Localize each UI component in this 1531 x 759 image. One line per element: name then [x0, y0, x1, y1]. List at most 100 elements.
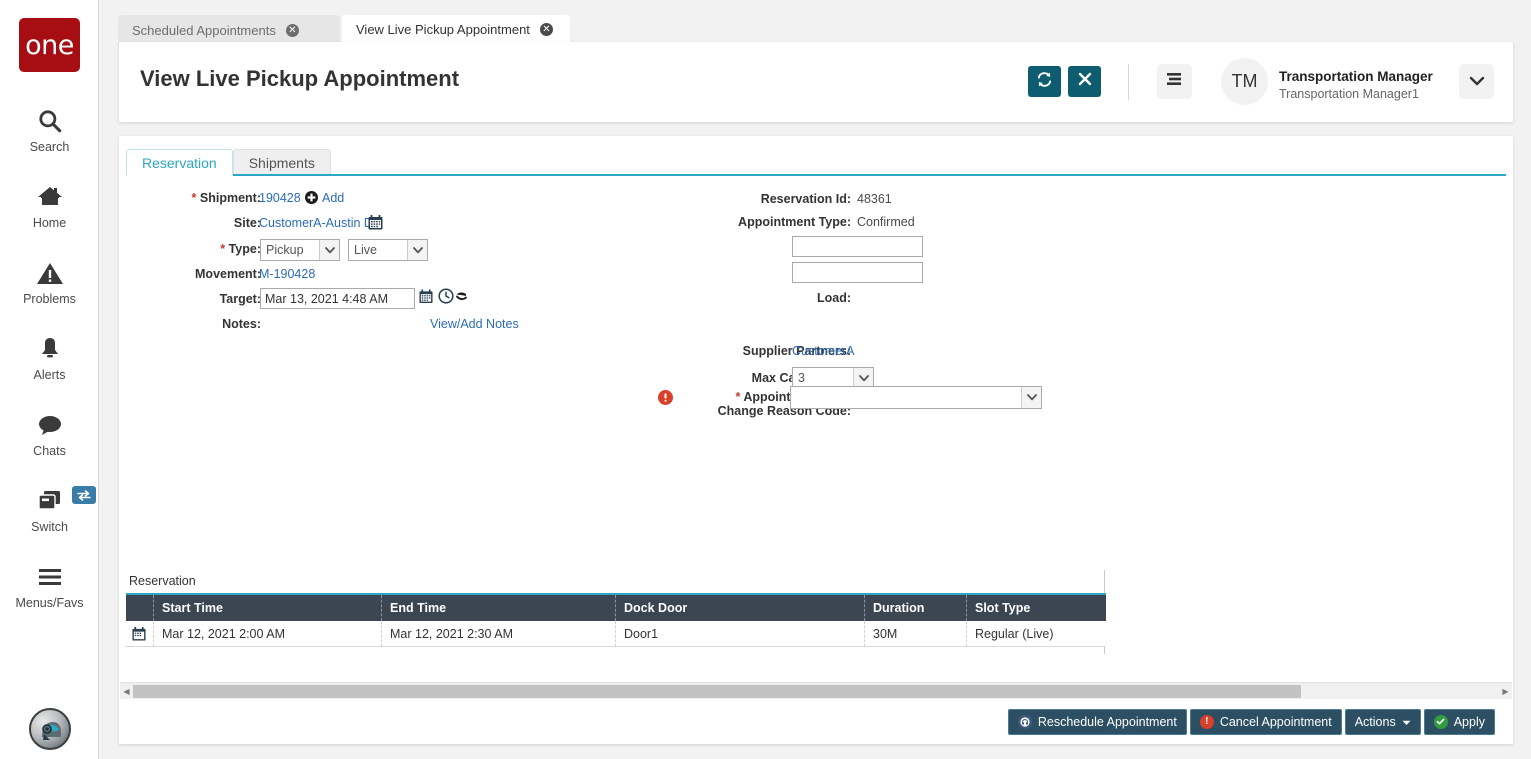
user-menu-chevron-button[interactable] [1459, 64, 1494, 99]
user-profile-avatar[interactable] [29, 708, 71, 750]
site-value-link[interactable]: CustomerA-Austin DC [259, 216, 382, 230]
sidebar-item-alerts[interactable]: Alerts [0, 332, 99, 382]
target-date-input[interactable] [260, 288, 415, 309]
close-icon[interactable]: ✕ [285, 24, 299, 37]
table-header-duration[interactable]: Duration [865, 595, 967, 621]
target-reset-pointer-icon[interactable] [455, 290, 468, 303]
movement-value-link[interactable]: M-190428 [259, 267, 315, 281]
user-name: Transportation Manager [1279, 69, 1433, 84]
bottom-action-bar: Reschedule Appointment ! Cancel Appointm… [120, 700, 1512, 743]
actions-dropdown-button[interactable]: Actions [1344, 708, 1421, 735]
page-header-panel: View Live Pickup Appointment TM Transpor… [119, 42, 1513, 122]
reschedule-appointment-label: Reschedule Appointment [1037, 714, 1177, 729]
phone-input[interactable] [792, 262, 923, 283]
view-add-notes-link[interactable]: View/Add Notes [430, 317, 519, 331]
reservation-id-label: Reservation Id: [760, 192, 851, 206]
table-header-start-time[interactable]: Start Time [154, 595, 382, 621]
reschedule-appointment-button[interactable]: Reschedule Appointment [1007, 708, 1187, 735]
scrollbar-track[interactable] [133, 684, 1499, 699]
shipment-label: * Shipment: [179, 191, 261, 205]
cell-slot-type: Regular (Live) [975, 626, 1054, 641]
bell-icon [37, 332, 63, 366]
windows-stack-icon [36, 484, 64, 518]
one-logo-text: one [25, 29, 74, 61]
table-row[interactable]: Mar 12, 2021 2:00 AM Mar 12, 2021 2:30 A… [126, 620, 1106, 647]
type-mode-select-value: Live [354, 243, 377, 257]
sidebar-item-search[interactable]: Search [0, 104, 99, 154]
row-calendar-icon[interactable] [126, 620, 154, 647]
chat-bubble-icon [36, 408, 64, 442]
table-header-slot-type[interactable]: Slot Type [967, 595, 1106, 621]
target-label: Target: [219, 292, 261, 306]
apply-button[interactable]: Apply [1423, 708, 1495, 735]
site-calendar-icon[interactable] [368, 215, 383, 230]
tab-reservation[interactable]: Reservation [126, 149, 233, 176]
movement-label: Movement: [195, 267, 261, 281]
sidebar-item-problems-label: Problems [23, 292, 76, 306]
add-shipment-plus-icon[interactable] [305, 191, 318, 204]
page-title: View Live Pickup Appointment [140, 66, 460, 91]
shipment-value-link[interactable]: 190428 [259, 191, 301, 205]
tab-shipments[interactable]: Shipments [232, 149, 331, 176]
reason-code-select[interactable] [790, 386, 1042, 409]
cell-start-time: Mar 12, 2021 2:00 AM [154, 620, 382, 647]
close-button[interactable] [1068, 66, 1101, 97]
table-header-dock-door[interactable]: Dock Door [616, 595, 865, 621]
one-logo[interactable]: one [19, 18, 80, 72]
add-shipment-link[interactable]: Add [322, 191, 344, 205]
apply-label: Apply [1453, 714, 1485, 729]
appointment-type-label: Appointment Type: [738, 215, 851, 229]
form-tab-row: Reservation Shipments [126, 148, 331, 176]
tab-underline [126, 174, 1506, 176]
chevron-down-icon [319, 240, 339, 260]
cell-duration: 30M [865, 620, 967, 647]
supplier-partners-value-link[interactable]: CustomerA [792, 344, 855, 358]
sidebar-item-chats[interactable]: Chats [0, 408, 99, 458]
max-candidates-select-value: 3 [798, 371, 805, 385]
reservation-table: Start Time End Time Dock Door Duration S… [126, 593, 1106, 647]
sidebar-item-menus-favs-label: Menus/Favs [15, 596, 84, 610]
table-header-end-time[interactable]: End Time [382, 595, 616, 621]
chevron-down-icon [1469, 73, 1485, 91]
sidebar-item-menus-favs[interactable]: Menus/Favs [0, 560, 99, 610]
exchange-arrows-icon[interactable] [72, 486, 96, 504]
chevron-down-icon [407, 240, 427, 260]
scrollbar-thumb[interactable] [133, 684, 1301, 698]
tab-reservation-label: Reservation [142, 154, 217, 171]
table-header-row: Start Time End Time Dock Door Duration S… [126, 595, 1106, 621]
required-asterisk: * [220, 242, 226, 256]
sidebar-item-alerts-label: Alerts [33, 368, 66, 382]
error-alert-icon [658, 390, 673, 405]
left-sidebar: one Search Home Problems Alerts Chats Sw… [0, 0, 99, 759]
actions-label: Actions [1354, 714, 1396, 729]
tab-shipments-label: Shipments [248, 154, 315, 171]
cancel-appointment-button[interactable]: ! Cancel Appointment [1189, 708, 1342, 735]
table-title: Reservation [129, 574, 196, 588]
chevron-down-icon [853, 368, 873, 388]
user-subtitle: Transportation Manager1 [1279, 87, 1419, 101]
target-clock-icon[interactable] [438, 288, 454, 304]
avatar-initials-text: TM [1231, 71, 1258, 91]
close-icon[interactable]: ✕ [539, 23, 553, 36]
cell-dock-door: Door1 [616, 620, 865, 647]
type-mode-select[interactable]: Live [348, 239, 428, 261]
sidebar-item-home[interactable]: Home [0, 180, 99, 230]
table-header-icon-col [126, 595, 154, 621]
user-avatar-initials[interactable]: TM [1221, 58, 1268, 105]
refresh-button[interactable] [1028, 66, 1061, 97]
window-tab-label: Scheduled Appointments [132, 23, 276, 38]
type-select-value: Pickup [266, 243, 304, 257]
scroll-left-arrow-icon[interactable]: ◀ [120, 683, 133, 700]
load-label: Load: [816, 291, 851, 305]
type-select[interactable]: Pickup [260, 239, 340, 261]
home-icon [36, 180, 64, 214]
horizontal-scrollbar[interactable]: ◀ ▶ [120, 682, 1512, 699]
sidebar-item-problems[interactable]: Problems [0, 256, 99, 306]
contact-input[interactable] [792, 236, 923, 257]
refresh-icon [1036, 71, 1053, 93]
scroll-right-arrow-icon[interactable]: ▶ [1499, 683, 1512, 700]
hamburger-icon [36, 560, 64, 594]
target-calendar-icon[interactable] [419, 289, 433, 304]
header-menu-button[interactable] [1157, 64, 1192, 99]
chevron-down-icon [1402, 715, 1411, 729]
